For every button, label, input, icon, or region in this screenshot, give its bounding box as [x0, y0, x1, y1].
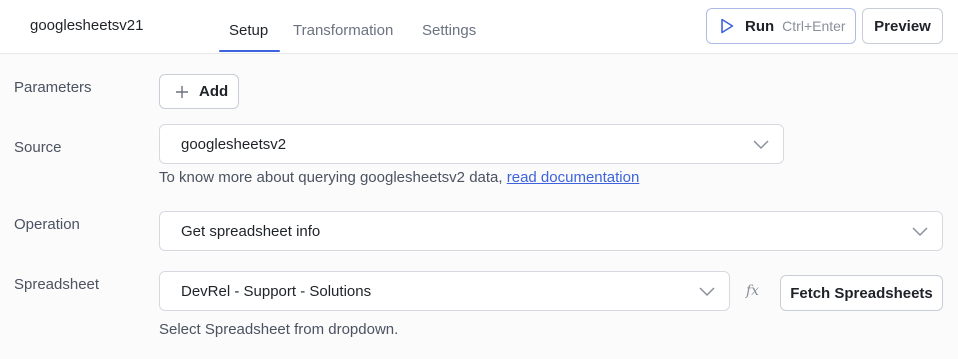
active-tab-indicator: [219, 50, 280, 52]
tab-setup[interactable]: Setup: [229, 22, 268, 39]
source-label: Source: [14, 139, 62, 156]
read-documentation-link[interactable]: read documentation: [507, 169, 640, 186]
chevron-down-icon: [753, 140, 769, 150]
operation-label: Operation: [14, 216, 80, 233]
fx-toggle-icon[interactable]: fx: [746, 283, 759, 299]
parameters-label: Parameters: [14, 79, 92, 96]
tab-settings[interactable]: Settings: [422, 22, 476, 39]
add-label: Add: [199, 83, 229, 100]
play-icon: [721, 18, 734, 34]
run-button[interactable]: Run Ctrl+Enter: [706, 8, 856, 44]
spreadsheet-select[interactable]: DevRel - Support - Solutions: [159, 271, 730, 311]
spreadsheet-label: Spreadsheet: [14, 276, 100, 293]
source-value: googlesheetsv2: [181, 135, 287, 153]
fetch-spreadsheets-button[interactable]: Fetch Spreadsheets: [780, 275, 943, 311]
chevron-down-icon: [912, 227, 928, 237]
operation-value: Get spreadsheet info: [181, 222, 321, 240]
operation-select[interactable]: Get spreadsheet info: [159, 211, 943, 251]
spreadsheet-hint: Select Spreadsheet from dropdown.: [159, 321, 399, 338]
add-parameter-button[interactable]: Add: [159, 74, 239, 109]
source-hint-text: To know more about querying googlesheets…: [159, 169, 503, 186]
source-hint: To know more about querying googlesheets…: [159, 169, 639, 186]
run-shortcut: Ctrl+Enter: [782, 18, 846, 34]
spreadsheet-value: DevRel - Support - Solutions: [181, 282, 372, 300]
query-header: googlesheetsv21 Setup Transformation Set…: [0, 0, 958, 54]
preview-button[interactable]: Preview: [862, 8, 943, 44]
run-label: Run: [745, 17, 775, 35]
source-select[interactable]: googlesheetsv2: [159, 124, 784, 164]
query-name[interactable]: googlesheetsv21: [30, 17, 143, 34]
chevron-down-icon: [699, 287, 715, 297]
tab-transformation[interactable]: Transformation: [293, 22, 393, 39]
plus-icon: [176, 85, 188, 98]
